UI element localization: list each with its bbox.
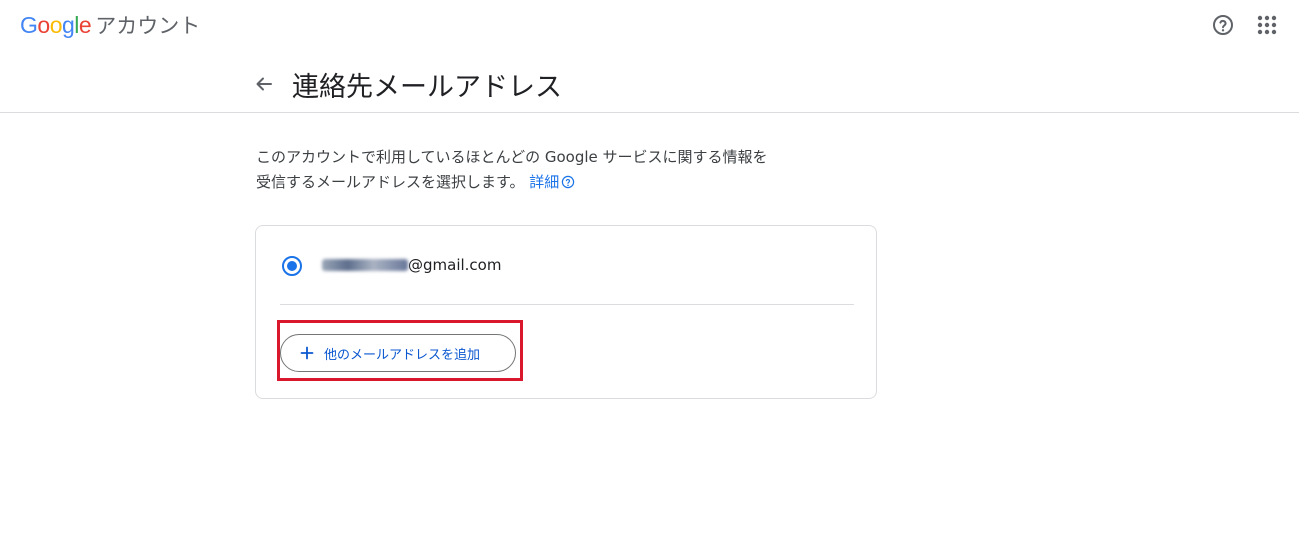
page-header: 連絡先メールアドレス	[0, 50, 1299, 113]
google-account-logo[interactable]: Google アカウント	[20, 10, 200, 40]
apps-grid-icon	[1257, 15, 1277, 35]
arrow-back-icon	[256, 77, 272, 91]
logo-letter: o	[37, 12, 50, 38]
learn-more-label: 詳細	[529, 173, 560, 191]
help-outline-icon	[562, 175, 575, 189]
add-email-button[interactable]: 他のメールアドレスを追加	[280, 334, 516, 372]
help-circle-icon	[1213, 15, 1233, 35]
email-options-card: @gmail.com 他のメールアドレスを追加	[255, 225, 877, 399]
email-address[interactable]: @gmail.com	[322, 256, 501, 274]
google-apps-button[interactable]	[1256, 14, 1278, 36]
learn-more-link[interactable]: 詳細	[529, 173, 575, 191]
help-button[interactable]	[1211, 13, 1235, 37]
description-line-1: このアカウントで利用しているほとんどの Google サービスに関する情報を	[256, 148, 768, 166]
page-description: このアカウントで利用しているほとんどの Google サービスに関する情報を 受…	[256, 145, 816, 195]
logo-letter: G	[20, 12, 38, 38]
logo-letter: g	[61, 12, 75, 38]
email-domain: @gmail.com	[408, 256, 502, 274]
back-button[interactable]	[252, 72, 276, 96]
description-line-2: 受信するメールアドレスを選択します。	[256, 173, 525, 191]
google-wordmark: Google	[20, 12, 92, 39]
logo-letter: e	[78, 12, 92, 38]
page-title: 連絡先メールアドレス	[292, 72, 562, 103]
logo-letter: o	[49, 12, 63, 38]
top-app-bar: Google アカウント	[0, 0, 1299, 50]
add-email-button-label: 他のメールアドレスを追加	[324, 347, 481, 363]
product-name: アカウント	[95, 14, 201, 38]
divider	[280, 304, 854, 305]
plus-icon	[300, 346, 314, 360]
email-option-row[interactable]: @gmail.com	[280, 250, 856, 306]
redacted-username	[322, 259, 408, 271]
email-radio-button[interactable]	[282, 256, 302, 276]
